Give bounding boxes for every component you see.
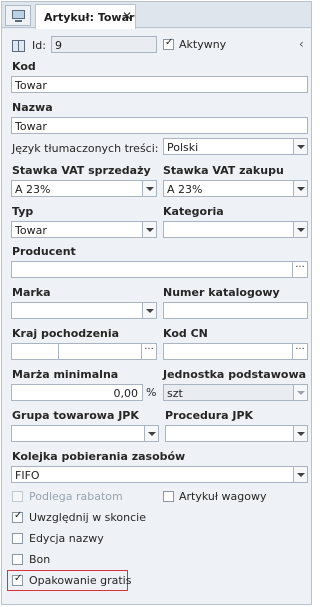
id-label: Id:	[32, 39, 46, 52]
uwzglednij-checkbox[interactable]: ✓	[12, 510, 23, 523]
typ-select[interactable]: Towar	[11, 221, 157, 238]
vat-zakupu-select[interactable]: A 23%	[163, 180, 308, 197]
id-value: 9	[55, 39, 62, 52]
numer-katalogowy-label: Numer katalogowy	[163, 286, 280, 299]
monitor-icon	[12, 10, 25, 19]
check-icon: ✓	[14, 510, 23, 521]
kod-input[interactable]: Towar	[11, 76, 308, 93]
producent-label: Producent	[12, 245, 76, 258]
podlega-rabatom-checkbox	[12, 491, 23, 502]
jednostka-label: Jednostka podstawowa	[163, 368, 307, 381]
jezyk-select[interactable]: Polski	[163, 138, 308, 155]
kod-value: Towar	[15, 79, 47, 92]
ellipsis-button[interactable]: ···	[141, 344, 156, 359]
ellipsis-button[interactable]: ···	[292, 344, 307, 359]
chevron-down-icon[interactable]	[293, 181, 307, 196]
typ-value: Towar	[15, 224, 47, 237]
uwzglednij-label: Uwzględnij w skoncie	[29, 511, 146, 524]
jednostka-select[interactable]: szt	[163, 384, 308, 401]
podlega-rabatom-label: Podlega rabatom	[29, 490, 123, 503]
typ-label: Typ	[12, 205, 34, 218]
artykul-wagowy-checkbox[interactable]	[163, 491, 174, 502]
tab-artykul[interactable]: Artykuł: Towar ✕	[35, 4, 136, 29]
vat-sprzedazy-select[interactable]: A 23%	[11, 180, 157, 197]
kod-cn-input[interactable]: ···	[163, 343, 308, 360]
kategoria-select[interactable]	[163, 221, 308, 238]
window-list-button[interactable]	[5, 5, 31, 26]
kolejka-select[interactable]: FIFO	[11, 466, 308, 483]
bon-label: Bon	[29, 553, 51, 566]
vat-zakupu-label: Stawka VAT zakupu	[163, 164, 284, 177]
close-icon[interactable]: ✕	[122, 9, 132, 23]
aktywny-checkbox[interactable]: ✓	[163, 37, 174, 50]
vat-zakupu-value: A 23%	[167, 183, 203, 196]
marka-label: Marka	[12, 286, 51, 299]
id-field: 9	[51, 36, 157, 53]
kraj-name-input[interactable]: ···	[58, 343, 157, 360]
check-icon: ✓	[14, 573, 23, 584]
grupa-jpk-select[interactable]	[11, 425, 159, 442]
jezyk-label: Język tłumaczonych treści:	[12, 142, 159, 155]
nazwa-input[interactable]: Towar	[11, 117, 308, 134]
kod-cn-label: Kod CN	[163, 327, 208, 340]
chevron-down-icon[interactable]	[293, 139, 307, 154]
jezyk-value: Polski	[167, 141, 199, 154]
edycja-nazwy-checkbox[interactable]	[12, 533, 23, 544]
chevron-down-icon[interactable]	[142, 181, 156, 196]
edycja-nazwy-label: Edycja nazwy	[29, 532, 104, 545]
kolejka-value: FIFO	[15, 469, 40, 482]
monitor-stand-icon	[15, 20, 22, 22]
artykul-wagowy-label: Artykuł wagowy	[179, 490, 267, 503]
jednostka-value: szt	[167, 387, 183, 400]
chevron-down-icon[interactable]	[142, 303, 156, 318]
chevron-down-icon	[293, 385, 307, 400]
producent-input[interactable]: ···	[11, 261, 308, 278]
tab-strip: Artykuł: Towar ✕	[2, 2, 311, 29]
vat-sprzedazy-value: A 23%	[15, 183, 51, 196]
nazwa-label: Nazwa	[12, 101, 53, 114]
kategoria-label: Kategoria	[163, 205, 224, 218]
chevron-down-icon[interactable]	[142, 222, 156, 237]
marza-unit: %	[146, 386, 157, 399]
ellipsis-button[interactable]: ···	[292, 262, 307, 277]
record-icon	[12, 40, 25, 52]
kraj-label: Kraj pochodzenia	[12, 327, 120, 340]
chevron-down-icon[interactable]	[293, 222, 307, 237]
collapse-chevron-icon[interactable]: ‹	[299, 37, 304, 51]
procedura-jpk-select[interactable]	[165, 425, 308, 442]
nazwa-value: Towar	[15, 120, 47, 133]
aktywny-label: Aktywny	[179, 38, 227, 51]
article-window: Artykuł: Towar ✕ Id: 9 ✓ Aktywny ‹ Kod T…	[1, 1, 312, 605]
bon-checkbox[interactable]	[12, 554, 23, 565]
chevron-down-icon[interactable]	[293, 426, 307, 441]
tab-title: Artykuł: Towar	[44, 11, 135, 24]
check-icon: ✓	[165, 37, 174, 48]
kolejka-label: Kolejka pobierania zasobów	[12, 450, 186, 463]
grupa-jpk-label: Grupa towarowa JPK	[12, 409, 139, 422]
opakowanie-gratis-label: Opakowanie gratis	[29, 574, 132, 587]
marza-input[interactable]: 0,00	[11, 384, 143, 401]
vat-sprzedazy-label: Stawka VAT sprzedaży	[12, 164, 151, 177]
numer-katalogowy-input[interactable]	[163, 302, 308, 319]
chevron-down-icon[interactable]	[293, 467, 307, 482]
article-form: Id: 9 ✓ Aktywny ‹ Kod Towar Nazwa Towar …	[2, 29, 311, 604]
kraj-code-input[interactable]	[11, 343, 59, 360]
opakowanie-gratis-checkbox[interactable]: ✓	[12, 573, 23, 586]
marza-label: Marża minimalna	[12, 368, 119, 381]
procedura-jpk-label: Procedura JPK	[165, 409, 254, 422]
chevron-down-icon[interactable]	[144, 426, 158, 441]
marza-value: 0,00	[113, 387, 139, 400]
kod-label: Kod	[12, 60, 36, 73]
marka-select[interactable]	[11, 302, 157, 319]
